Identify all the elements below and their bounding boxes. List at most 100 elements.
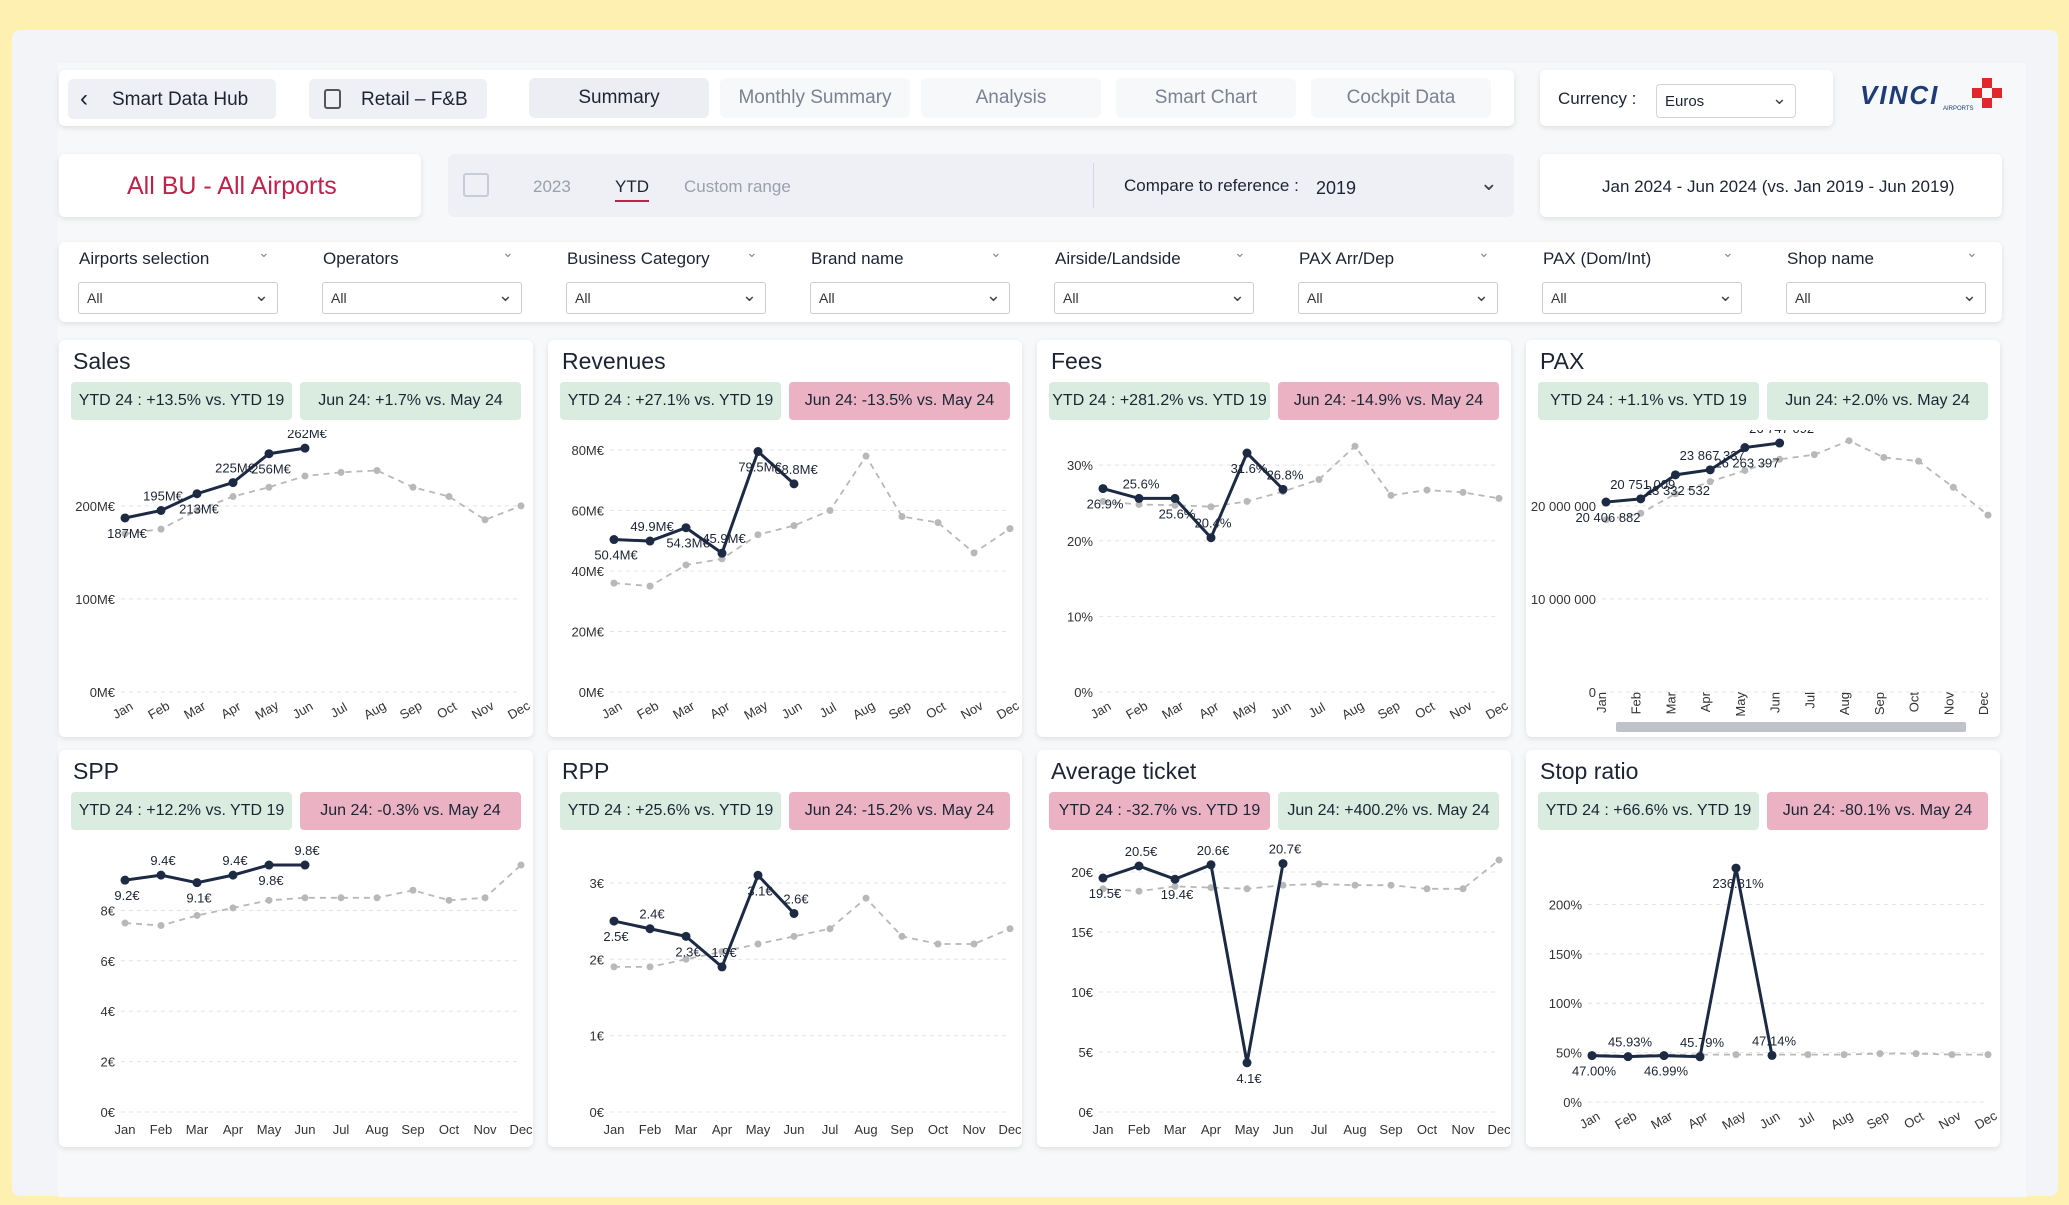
x-tick-label: Jan [110,698,136,721]
reference-series-point [1423,486,1431,494]
x-tick-label: Dec [1972,1108,2000,1133]
period-ytd[interactable]: YTD [615,177,649,202]
retail-button[interactable]: Retail – F&B [309,79,487,119]
current-series-point [789,908,799,918]
y-tick-label: 20% [1067,534,1093,549]
reference-series-point [301,894,309,902]
reference-series-point [1984,1051,1992,1059]
y-tick-label: 1€ [590,1029,605,1044]
period-2023[interactable]: 2023 [533,177,571,197]
data-label: 1.9€ [711,945,737,960]
y-tick-label: 50% [1556,1046,1582,1061]
x-tick-label: Jan [599,698,625,721]
y-tick-label: 20M€ [571,625,604,640]
y-tick-label: 200% [1549,897,1583,912]
compare-select[interactable]: 2019 ⌄ [1308,166,1504,206]
filter-select-value: All [331,290,347,306]
data-label: 26.8% [1267,467,1304,482]
chevron-down-icon[interactable]: ⌄ [502,244,514,261]
x-tick-label: Oct [439,1122,460,1137]
data-label: 9.8€ [294,843,320,858]
filter-label: Airports selection [79,249,210,268]
reference-series-point [265,896,273,904]
reference-series-point [1459,885,1467,893]
x-tick-label: Nov [962,1122,986,1137]
reference-series-line [124,864,522,927]
filter-select-value: All [1551,290,1567,306]
data-label: 9.2€ [114,888,140,903]
chevron-down-icon[interactable]: ⌄ [258,244,270,261]
scope-title: All BU - All Airports [127,172,337,200]
reference-series-point [301,472,309,480]
data-label: 262M€ [287,430,328,441]
x-tick-label: Dec [994,698,1022,723]
data-label: 3.1€ [747,883,773,898]
reference-series-point [373,894,381,902]
reference-series-point [445,896,453,904]
y-tick-label: 200M€ [75,499,116,514]
tab-smart-chart[interactable]: Smart Chart [1116,78,1296,118]
data-label: 20.6€ [1197,843,1230,858]
chart-card: PAX YTD 24 : +1.1% vs. YTD 19 Jun 24: +2.0… [1526,340,2000,737]
filter-select[interactable]: All ⌄ [566,282,766,314]
period-custom-range[interactable]: Custom range [684,177,791,197]
reference-series-point [934,519,942,527]
x-tick-label: Jan [1577,1108,1603,1131]
x-tick-label: Aug [1837,692,1852,715]
reference-series-point [1006,525,1014,533]
current-series-point [1587,1051,1597,1061]
filter-select[interactable]: All ⌄ [78,282,278,314]
data-label: 2.4€ [639,907,665,922]
current-series-point [1278,859,1288,869]
chevron-down-icon[interactable]: ⌄ [1966,244,1978,261]
ytd-badge: YTD 24 : +12.2% vs. YTD 19 [71,792,292,830]
reference-series-point [229,904,237,912]
compare-label: Compare to reference : [1124,176,1299,195]
x-tick-label: Aug [1828,1108,1856,1133]
filter-select[interactable]: All ⌄ [1298,282,1498,314]
filter-select[interactable]: All ⌄ [810,282,1010,314]
chevron-down-icon[interactable]: ⌄ [990,244,1002,261]
data-label: 9.1€ [186,891,212,906]
filter-select[interactable]: All ⌄ [1786,282,1986,314]
x-tick-label: Jun [290,698,316,721]
tab-summary[interactable]: Summary [529,78,709,118]
x-tick-label: May [746,1122,771,1137]
y-tick-label: 15€ [1071,925,1093,940]
chevron-down-icon: ⌄ [1771,88,1787,108]
chevron-down-icon[interactable]: ⌄ [1478,244,1490,261]
chevron-down-icon[interactable]: ⌄ [746,244,758,261]
x-tick-label: Jul [817,699,839,720]
chevron-down-icon[interactable]: ⌄ [1234,244,1246,261]
back-button[interactable]: ‹ Smart Data Hub [68,79,276,119]
reference-series-point [646,963,654,971]
x-tick-label: Jan [1594,692,1609,713]
x-tick-label: Mar [181,698,208,723]
filter-label: Operators [323,249,399,268]
tab-cockpit-data[interactable]: Cockpit Data [1311,78,1491,118]
x-tick-label: Jun [779,698,805,721]
chevron-down-icon[interactable]: ⌄ [1722,244,1734,261]
tab-monthly-summary[interactable]: Monthly Summary [720,78,910,118]
x-tick-label: May [1235,1122,1260,1137]
reference-series-point [898,513,906,521]
current-series-point [681,523,691,533]
x-tick-label: Feb [1123,698,1150,722]
filter-select[interactable]: All ⌄ [322,282,522,314]
filter-select[interactable]: All ⌄ [1054,282,1254,314]
x-tick-label: Apr [223,1122,244,1137]
reference-series-point [229,493,237,501]
y-tick-label: 8€ [101,903,116,918]
reference-series-point [934,940,942,948]
chart-card: SPP YTD 24 : +12.2% vs. YTD 19 Jun 24: -0.… [59,750,533,1147]
currency-select[interactable]: Euros ⌄ [1656,84,1796,118]
filter-select[interactable]: All ⌄ [1542,282,1742,314]
reference-series-point [1732,1051,1740,1059]
data-label: 20.7€ [1269,842,1302,857]
x-tick-label: Oct [923,698,948,721]
x-tick-label: Dec [1483,698,1511,723]
reference-series-point [1315,475,1323,483]
x-tick-label: Jan [1088,698,1114,721]
currency-select-value: Euros [1665,93,1705,110]
tab-analysis[interactable]: Analysis [921,78,1101,118]
